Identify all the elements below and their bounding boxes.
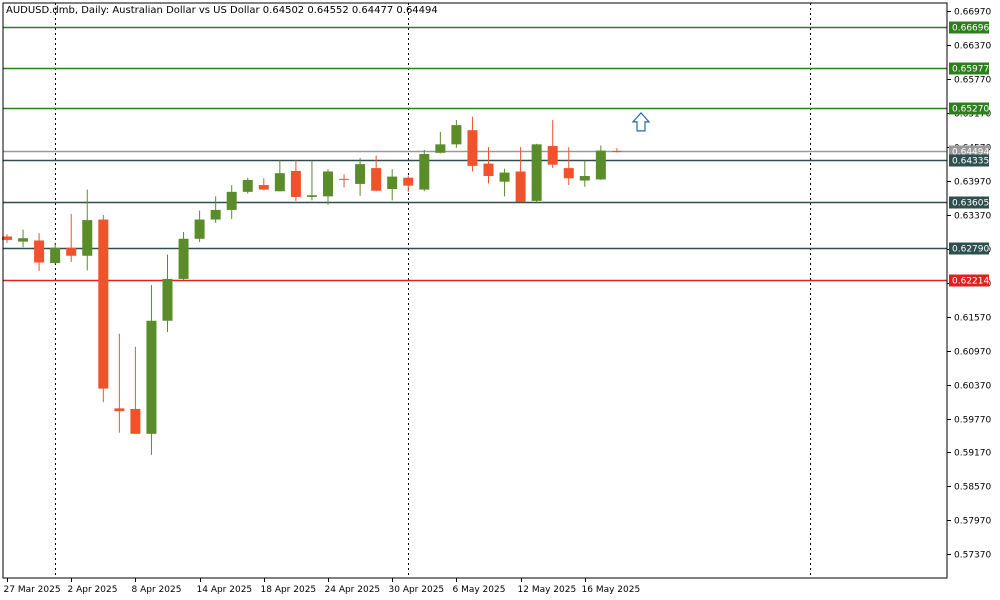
candle-body (226, 191, 237, 210)
y-tick-label: 0.59170 (954, 449, 991, 459)
candle-body (387, 176, 398, 190)
candle-body (274, 173, 285, 192)
price-tag-2: 0.65270 (949, 102, 989, 115)
candle-body (339, 178, 350, 180)
x-tick-label: 12 May 2025 (518, 585, 577, 595)
x-tick-label: 27 Mar 2025 (4, 585, 61, 595)
candle-body (435, 144, 446, 153)
candle-body (306, 195, 317, 197)
candle-body (355, 164, 366, 184)
candle-body (547, 146, 558, 165)
candle-body (114, 408, 125, 412)
y-tick-label: 0.66370 (954, 42, 991, 52)
candle-body (146, 320, 157, 434)
x-tick-label: 30 Apr 2025 (389, 585, 445, 595)
y-tick-label: 0.60370 (954, 382, 991, 392)
candle-body (66, 247, 77, 256)
candle-body (194, 219, 205, 239)
x-tick-label: 18 Apr 2025 (261, 585, 317, 595)
y-tick-label: 0.66970 (954, 8, 991, 18)
candle-body (563, 168, 574, 179)
candle-body (290, 170, 301, 197)
candle (419, 150, 430, 192)
y-tick-label: 0.63370 (954, 212, 991, 222)
price-tag-5: 0.63605 (949, 196, 989, 209)
candle-body (515, 171, 526, 203)
x-tick-label: 16 May 2025 (582, 585, 641, 595)
chart-background (0, 0, 1000, 600)
candle-body (483, 163, 494, 177)
price-tag-0: 0.66696 (949, 21, 989, 34)
candle-body (34, 240, 45, 263)
candle-body (371, 168, 382, 191)
candle-body (178, 238, 189, 279)
candle (242, 177, 253, 194)
candle (595, 145, 606, 180)
x-tick-label: 2 Apr 2025 (68, 585, 118, 595)
candle-body (579, 176, 590, 181)
price-tag-label: 0.65270 (952, 105, 989, 115)
candle (98, 215, 109, 403)
price-tag-4: 0.64335 (949, 154, 989, 167)
candle-body (467, 130, 478, 166)
candle-body (595, 150, 606, 180)
price-tag-label: 0.65977 (952, 65, 989, 75)
price-tag-label: 0.62790 (952, 245, 989, 255)
x-tick-label: 24 Apr 2025 (325, 585, 381, 595)
y-tick-label: 0.58570 (954, 483, 991, 493)
candle-body (499, 172, 510, 182)
x-tick-label: 8 Apr 2025 (132, 585, 182, 595)
candle-body (50, 247, 61, 264)
price-tag-label: 0.64335 (952, 157, 989, 167)
price-tag-label: 0.66696 (952, 24, 989, 34)
price-tag-7: 0.62214 (949, 274, 989, 287)
price-chart[interactable]: 0.669700.663700.657700.651700.645700.639… (0, 0, 1000, 600)
x-tick-label: 6 May 2025 (453, 585, 506, 595)
candle-body (531, 144, 542, 201)
candle-body (258, 185, 269, 190)
candle-body (403, 177, 414, 186)
candle-body (419, 153, 430, 190)
candle-body (611, 151, 622, 153)
candle-body (130, 408, 141, 434)
candle-body (242, 179, 253, 192)
candle-body (162, 278, 173, 321)
candle-body (451, 125, 462, 145)
price-tag-label: 0.63605 (952, 199, 989, 209)
price-tag-6: 0.62790 (949, 242, 989, 255)
candle-body (323, 171, 333, 197)
y-tick-label: 0.57970 (954, 517, 991, 527)
candle (178, 231, 189, 281)
y-tick-label: 0.61570 (954, 314, 991, 324)
chart-title: AUDUSD.dmb, Daily: Australian Dollar vs … (6, 5, 438, 16)
candle-body (210, 209, 221, 220)
y-tick-label: 0.60970 (954, 348, 991, 358)
price-tag-1: 0.65977 (949, 62, 989, 75)
price-tag-label: 0.62214 (952, 277, 989, 287)
candle-body (82, 220, 93, 256)
candle (531, 143, 542, 203)
y-tick-label: 0.59770 (954, 416, 991, 426)
y-tick-label: 0.65770 (954, 76, 991, 86)
y-tick-label: 0.57370 (954, 551, 991, 561)
x-tick-label: 14 Apr 2025 (197, 585, 253, 595)
candle-body (18, 238, 29, 242)
y-tick-label: 0.63970 (954, 178, 991, 188)
candle-body (98, 219, 109, 389)
